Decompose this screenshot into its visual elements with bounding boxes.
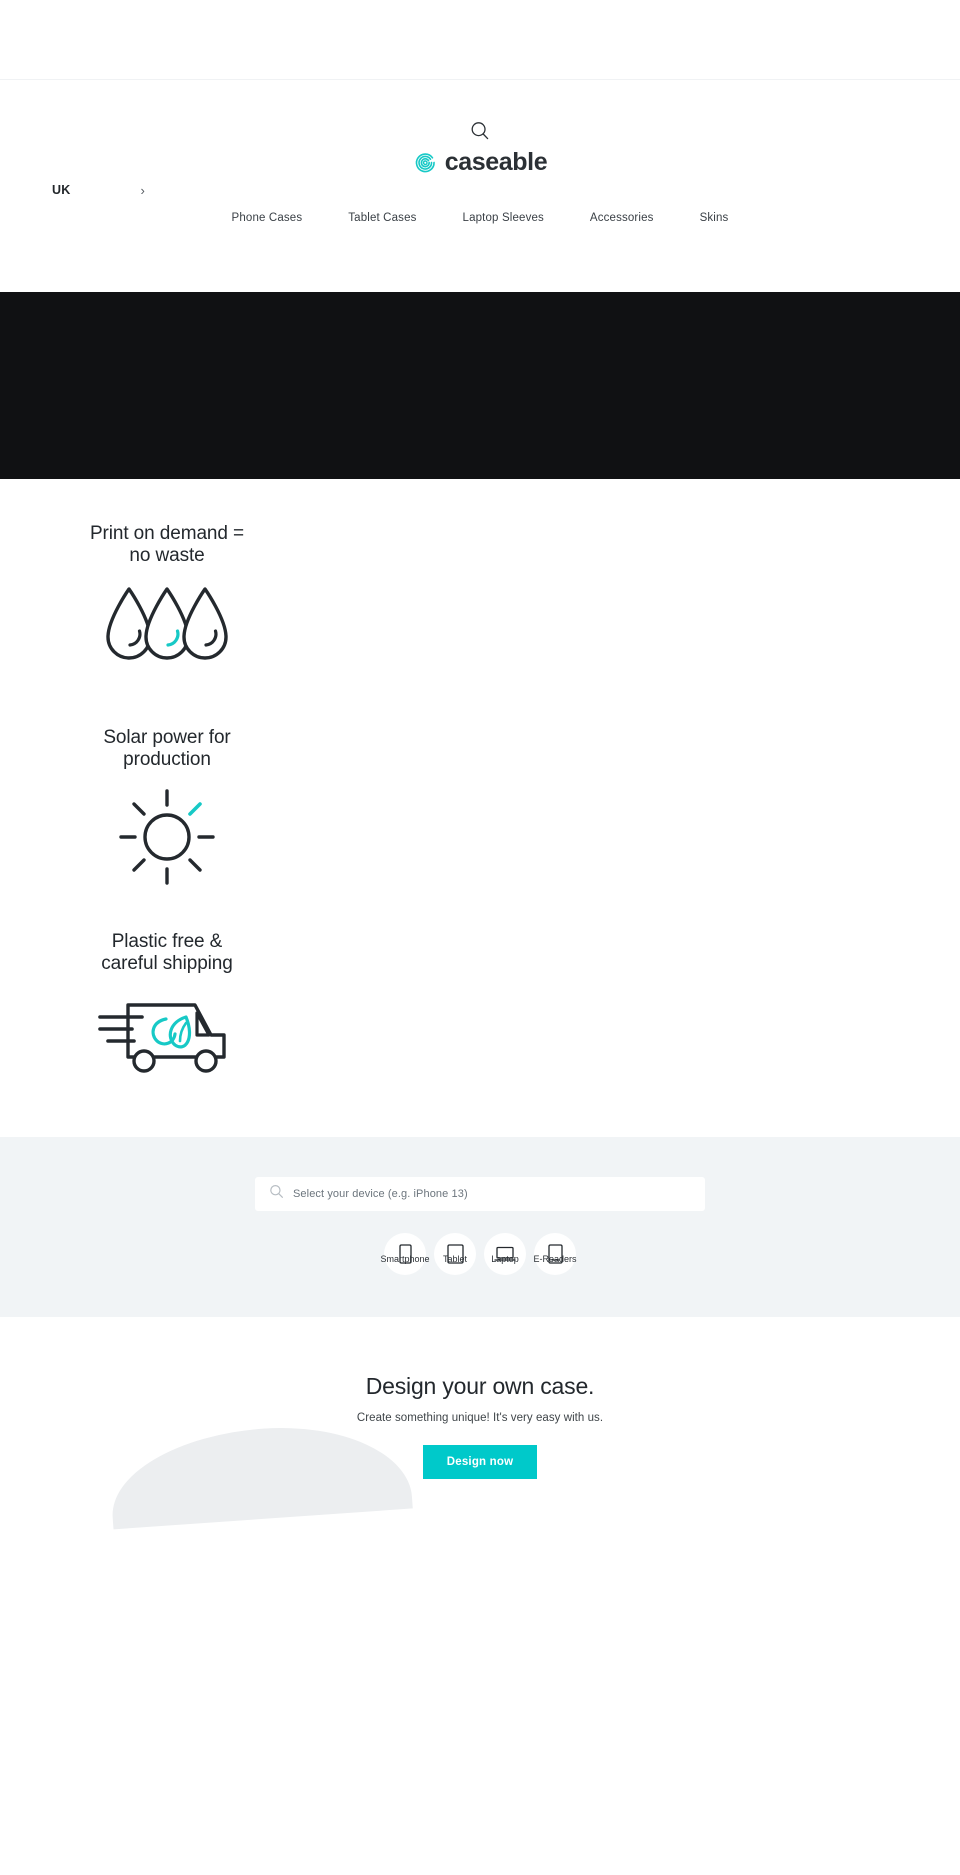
- device-search-input[interactable]: Select your device (e.g. iPhone 13): [255, 1177, 705, 1211]
- nav-item-phone-cases[interactable]: Phone Cases: [232, 212, 303, 224]
- brand-logo[interactable]: caseable: [413, 148, 548, 176]
- device-category-label: Laptop: [491, 1254, 519, 1264]
- country-label: UK: [52, 183, 71, 197]
- design-your-own-section: Design your own case. Create something u…: [0, 1317, 960, 1530]
- feature-print-on-demand: Print on demand = no waste: [0, 523, 960, 693]
- feature-solar-power: Solar power for production: [0, 727, 960, 897]
- caseable-spiral-logo-icon: [413, 150, 438, 175]
- brand-wordmark: caseable: [444, 148, 548, 176]
- device-category-smartphone[interactable]: Smartphone: [380, 1233, 430, 1275]
- nav-item-tablet-cases[interactable]: Tablet Cases: [348, 212, 416, 224]
- device-category-ereaders[interactable]: E-Readers: [533, 1233, 577, 1275]
- nav-item-laptop-sleeves[interactable]: Laptop Sleeves: [463, 212, 544, 224]
- page-root: caseable UK › Phone Cases Tablet Cases L…: [0, 0, 960, 1875]
- sustainability-features: Print on demand = no waste Solar power f…: [0, 479, 960, 1137]
- feature-plastic-free-shipping: Plastic free & careful shipping: [0, 931, 960, 1101]
- feature-title: Plastic free & careful shipping: [101, 931, 233, 974]
- nav-item-skins[interactable]: Skins: [700, 212, 729, 224]
- device-category-label: Tablet: [442, 1254, 468, 1264]
- device-search-placeholder: Select your device (e.g. iPhone 13): [293, 1188, 468, 1200]
- design-section-title: Design your own case.: [365, 1373, 595, 1399]
- hero-banner[interactable]: [0, 292, 960, 479]
- design-section-subtitle: Create something unique! It's very easy …: [356, 1412, 604, 1424]
- device-category-label: Smartphone: [380, 1254, 430, 1264]
- main-navigation: Phone Cases Tablet Cases Laptop Sleeves …: [0, 212, 960, 242]
- device-category-label: E-Readers: [533, 1254, 577, 1264]
- device-category-laptop[interactable]: Laptop: [484, 1233, 526, 1275]
- device-category-tablet[interactable]: Tablet: [434, 1233, 476, 1275]
- feature-title: Print on demand = no waste: [89, 523, 245, 566]
- search-icon: [269, 1184, 284, 1204]
- country-selector[interactable]: UK ›: [52, 183, 145, 197]
- top-strip: [0, 0, 960, 80]
- nav-item-accessories[interactable]: Accessories: [590, 212, 654, 224]
- device-category-row: Smartphone Tablet Laptop E-Readers: [0, 1233, 960, 1275]
- delivery-truck-leaf-icon: [82, 989, 252, 1101]
- decorative-blob: [107, 1418, 413, 1530]
- water-droplets-icon: [82, 581, 252, 693]
- feature-title: Solar power for production: [103, 727, 231, 770]
- device-finder-section: Select your device (e.g. iPhone 13) Smar…: [0, 1137, 960, 1317]
- sun-icon: [82, 785, 252, 897]
- design-now-button[interactable]: Design now: [422, 1445, 538, 1479]
- search-icon[interactable]: [469, 120, 491, 142]
- site-header: caseable UK › Phone Cases Tablet Cases L…: [0, 80, 960, 292]
- chevron-right-icon: ›: [140, 182, 145, 198]
